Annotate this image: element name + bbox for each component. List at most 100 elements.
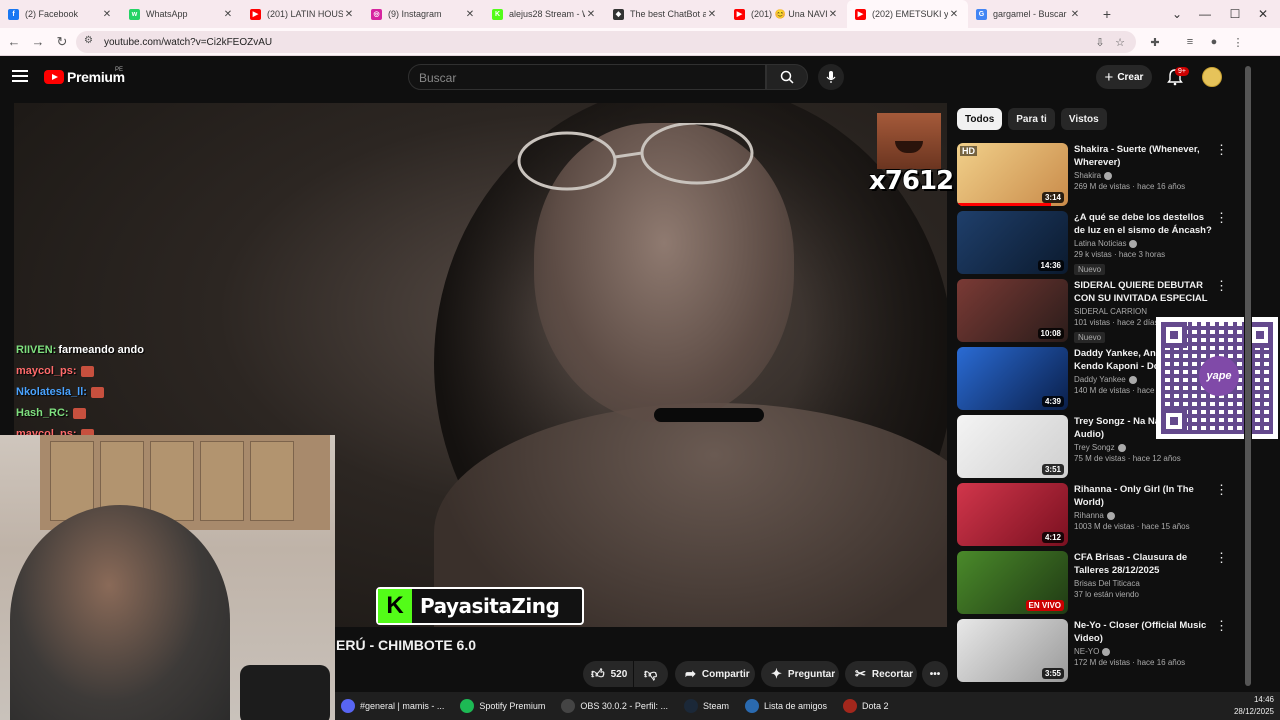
video-title-text[interactable]: SIDERAL QUIERE DEBUTAR CON SU INVITADA E… — [1074, 279, 1214, 305]
recommendation-item[interactable]: HD 3:14 Shakira - Suerte (Whenever, Wherev… — [957, 141, 1235, 209]
browser-tab[interactable]: ▶ (202) EMETSUKI y ST✕ — [847, 0, 968, 28]
hamburger-menu-icon[interactable] — [12, 68, 28, 84]
browser-tab[interactable]: ◆ The best ChatBot ar ✕ — [605, 0, 726, 28]
recommendation-item[interactable]: 3:55 Ne-Yo - Closer (Official Music Video… — [957, 617, 1235, 685]
minimize-button[interactable]: — — [1190, 0, 1220, 28]
more-vertical-icon[interactable]: ⋮ — [1215, 619, 1228, 632]
address-bar[interactable]: ⚙ youtube.com/watch?v=Ci2kFEOZvAU — [76, 31, 1136, 53]
channel-name[interactable]: Brisas Del Titicaca — [1074, 579, 1140, 588]
filter-chip[interactable]: Todos — [957, 108, 1003, 130]
video-thumbnail[interactable]: 14:36 — [957, 211, 1068, 274]
tab-title: (202) EMETSUKI y ST — [872, 9, 948, 19]
reload-button[interactable]: ↻ — [50, 30, 74, 54]
forward-button[interactable]: → — [26, 30, 50, 54]
taskbar-item[interactable]: Spotify Premium — [454, 692, 551, 720]
filter-chip[interactable]: Vistos — [1060, 108, 1107, 130]
back-button[interactable]: ← — [2, 30, 26, 54]
channel-name[interactable]: SIDERAL CARRION — [1074, 307, 1147, 316]
video-title-text[interactable]: ¿A qué se debe los destellos de luz en e… — [1074, 211, 1214, 237]
account-avatar[interactable] — [1202, 67, 1222, 87]
share-button[interactable]: ➦ Compartir — [675, 661, 755, 687]
voice-search-button[interactable] — [818, 64, 844, 90]
chevron-down-icon[interactable]: ⌄ — [1162, 0, 1192, 28]
video-thumbnail[interactable]: 4:12 — [957, 483, 1068, 546]
webcam-person — [10, 505, 230, 720]
video-thumbnail[interactable]: EN VIVO — [957, 551, 1068, 614]
video-thumbnail[interactable]: 10:08 — [957, 279, 1068, 342]
close-tab-icon[interactable]: ✕ — [343, 9, 355, 20]
video-thumbnail[interactable]: 3:51 — [957, 415, 1068, 478]
close-window-button[interactable]: ✕ — [1248, 0, 1278, 28]
close-tab-icon[interactable]: ✕ — [222, 9, 234, 20]
recommendation-item[interactable]: 4:12 Rihanna - Only Girl (In The World) Ri… — [957, 481, 1235, 549]
maximize-button[interactable]: ☐ — [1220, 0, 1250, 28]
channel-name[interactable]: Daddy Yankee — [1074, 375, 1126, 384]
channel-line: Rihanna — [1074, 511, 1214, 520]
video-thumbnail[interactable]: HD 3:14 — [957, 143, 1068, 206]
dislike-button[interactable]: 👎︎ — [634, 661, 668, 687]
more-vertical-icon[interactable]: ⋮ — [1215, 483, 1228, 496]
channel-name[interactable]: Shakira — [1074, 171, 1101, 180]
close-tab-icon[interactable]: ✕ — [101, 9, 113, 20]
more-vertical-icon[interactable]: ⋮ — [1215, 211, 1228, 224]
clip-button[interactable]: ✂ Recortar — [845, 661, 917, 687]
video-title-text[interactable]: CFA Brisas - Clausura de Talleres 28/12/… — [1074, 551, 1214, 577]
create-button[interactable]: + Crear — [1096, 65, 1152, 89]
search-input[interactable]: Buscar — [408, 64, 766, 90]
channel-line: NE-YO — [1074, 647, 1214, 656]
bookmark-star-icon[interactable]: ☆ — [1110, 32, 1130, 52]
taskbar-item[interactable]: OBS 30.0.2 - Perfil: ... — [555, 692, 674, 720]
profile-icon[interactable]: ● — [1204, 32, 1224, 52]
new-tab-button[interactable]: + — [1095, 6, 1119, 22]
browser-tab[interactable]: ▶ (201) 😊 Una NAVID ✕ — [726, 0, 847, 28]
verified-check-icon — [1117, 443, 1126, 452]
browser-menu-icon[interactable]: ⋮ — [1228, 32, 1248, 52]
site-info-icon[interactable]: ⚙ — [84, 35, 98, 49]
channel-name[interactable]: Latina Noticias — [1074, 239, 1126, 248]
taskbar-item[interactable]: Steam — [678, 692, 735, 720]
browser-tab[interactable]: Kalejus28 Stream - W ✕ — [484, 0, 605, 28]
tab-title: The best ChatBot ar — [630, 9, 706, 19]
taskbar-label: Steam — [702, 701, 729, 711]
filter-chip[interactable]: Para ti — [1008, 108, 1055, 130]
video-title-text[interactable]: Rihanna - Only Girl (In The World) — [1074, 483, 1214, 509]
ask-label: Preguntar — [787, 668, 836, 680]
taskbar-item[interactable]: #general | mamis - ... — [335, 692, 450, 720]
more-vertical-icon[interactable]: ⋮ — [1215, 551, 1228, 564]
recommendation-item[interactable]: 14:36 ¿A qué se debe los destellos de luz… — [957, 209, 1235, 277]
extensions-icon[interactable]: ✚ — [1145, 32, 1165, 52]
recommendation-item[interactable]: EN VIVO CFA Brisas - Clausura de Talleres… — [957, 549, 1235, 617]
video-thumbnail[interactable]: 3:55 — [957, 619, 1068, 682]
video-thumbnail[interactable]: 4:39 — [957, 347, 1068, 410]
page-scrollbar[interactable] — [1244, 56, 1252, 692]
more-vertical-icon[interactable]: ⋮ — [1215, 279, 1228, 292]
search-button[interactable] — [766, 64, 808, 90]
video-title-text[interactable]: Shakira - Suerte (Whenever, Wherever) — [1074, 143, 1214, 169]
browser-tab[interactable]: w WhatsApp ✕ — [121, 0, 242, 28]
close-tab-icon[interactable]: ✕ — [827, 9, 839, 20]
video-title-text[interactable]: Ne-Yo - Closer (Official Music Video) — [1074, 619, 1214, 645]
close-tab-icon[interactable]: ✕ — [706, 9, 718, 20]
channel-name[interactable]: Rihanna — [1074, 511, 1104, 520]
taskbar-item[interactable]: Lista de amigos — [739, 692, 833, 720]
hd-badge: HD — [960, 146, 977, 156]
install-app-icon[interactable]: ⇩ — [1090, 32, 1110, 52]
taskbar-item[interactable]: Dota 2 — [837, 692, 895, 720]
reading-list-icon[interactable]: ≡ — [1180, 32, 1200, 52]
close-tab-icon[interactable]: ✕ — [1069, 9, 1081, 20]
youtube-logo[interactable]: Premium — [44, 69, 125, 85]
close-tab-icon[interactable]: ✕ — [464, 9, 476, 20]
browser-tab[interactable]: ▶ (201) LATIN HOUSE ✕ — [242, 0, 363, 28]
more-vertical-icon[interactable]: ⋮ — [1215, 143, 1228, 156]
browser-tab[interactable]: Ggargamel - Buscar c ✕ — [968, 0, 1089, 28]
close-tab-icon[interactable]: ✕ — [585, 9, 597, 20]
browser-tab[interactable]: ◎ (9) Instagram ✕ — [363, 0, 484, 28]
like-button[interactable]: 👍︎ 520 — [583, 661, 633, 687]
browser-tab[interactable]: f (2) Facebook ✕ — [0, 0, 121, 28]
ask-button[interactable]: ✦ Preguntar — [761, 661, 839, 687]
more-actions-button[interactable]: ••• — [922, 661, 948, 687]
channel-name[interactable]: NE-YO — [1074, 647, 1099, 656]
close-tab-icon[interactable]: ✕ — [948, 9, 960, 20]
steam-friends-icon — [744, 699, 759, 713]
channel-name[interactable]: Trey Songz — [1074, 443, 1115, 452]
